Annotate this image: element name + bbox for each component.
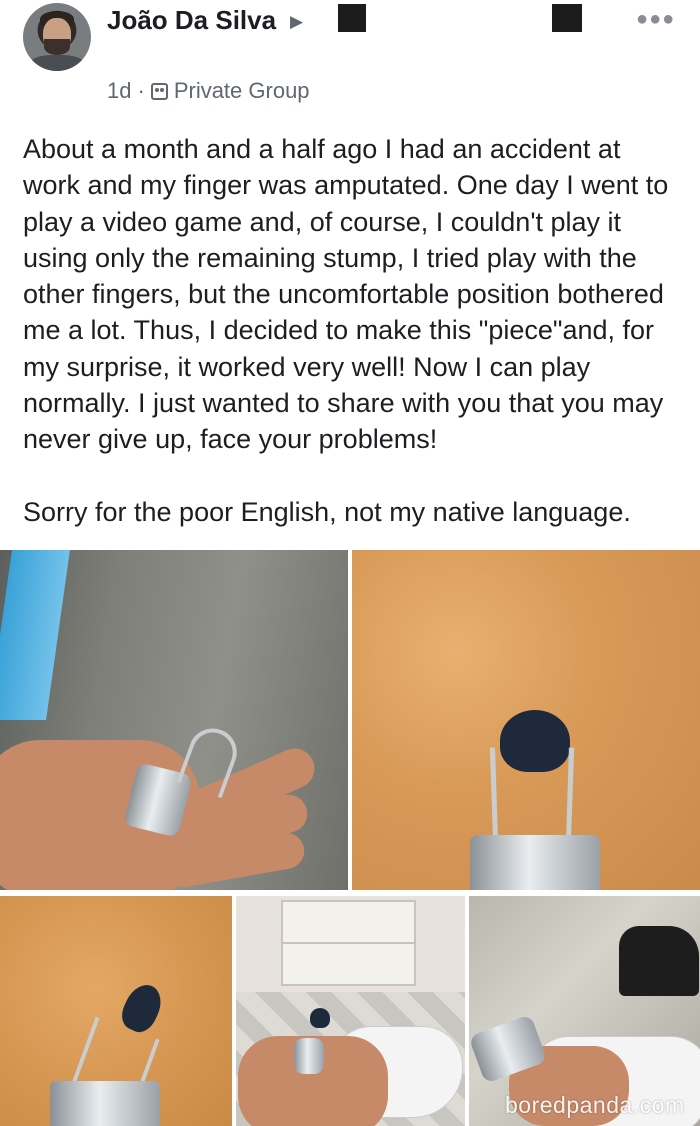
author-avatar[interactable] xyxy=(23,3,91,71)
photo-hand-with-ring[interactable] xyxy=(0,550,348,890)
post-audience: Private Group xyxy=(173,78,310,103)
more-options-icon[interactable]: ●●● xyxy=(636,8,675,31)
redacted-box xyxy=(338,4,366,32)
post-body: About a month and a half ago I had an ac… xyxy=(23,131,683,530)
author-name[interactable]: João Da Silva xyxy=(107,5,276,36)
photo-device-closeup[interactable] xyxy=(352,550,700,890)
photo-holding-controller[interactable] xyxy=(236,896,465,1126)
caret-right-icon: ▶ xyxy=(290,12,304,31)
post-header: João Da Silva ▶ ●●● 1d · Private Group xyxy=(0,0,700,120)
post-time[interactable]: 1d xyxy=(107,78,131,104)
redacted-box xyxy=(552,4,582,32)
watermark: boredpanda.com xyxy=(505,1092,685,1118)
private-group-icon xyxy=(150,82,168,100)
photo-device-tip[interactable] xyxy=(0,896,232,1126)
post-paragraph: Sorry for the poor English, not my nativ… xyxy=(23,496,631,527)
post-meta: 1d · Private Group xyxy=(107,78,310,104)
meta-separator: · xyxy=(137,78,145,103)
post-paragraph: About a month and a half ago I had an ac… xyxy=(23,134,669,455)
